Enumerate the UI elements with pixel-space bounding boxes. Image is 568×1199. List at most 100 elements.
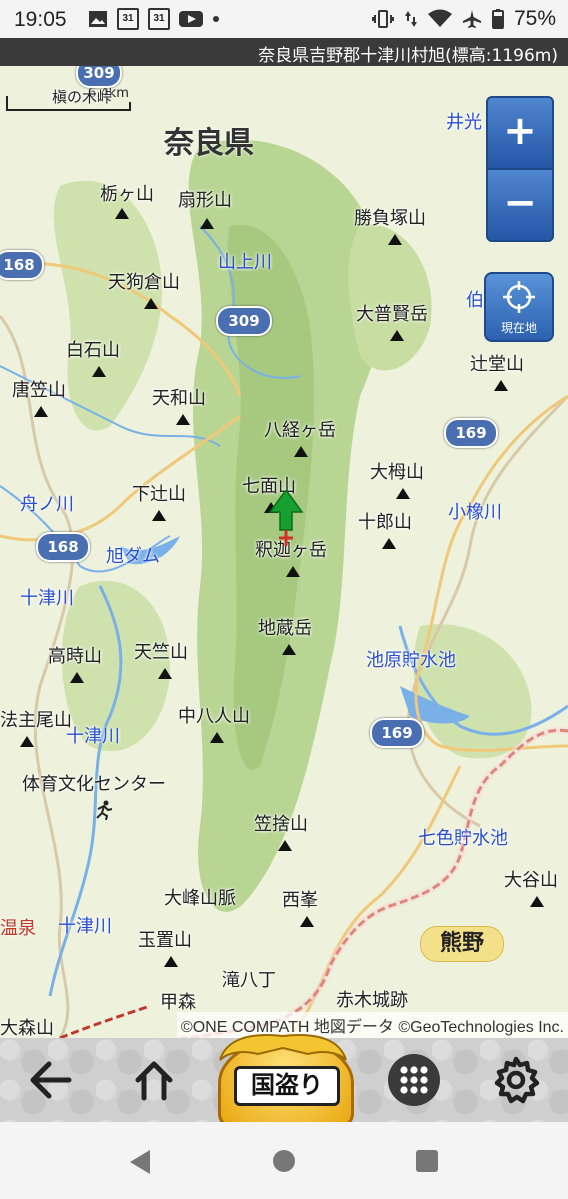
peak-marker [282,644,296,655]
battery-icon [491,9,504,29]
home-button[interactable] [126,1052,182,1108]
map-view[interactable]: 6.4km 奈良県 栃ヶ山 扇形山 天狗倉山 白石山 唐笠山 天和山 下辻山 七… [0,66,568,1038]
lake-label: 池原貯水池 [366,650,456,671]
peak-marker [388,234,402,245]
location-bar: 奈良県吉野郡十津川村旭(標高:1196m) [0,38,568,66]
current-location-label: 現在地 [500,321,537,335]
vibrate-icon [371,10,394,28]
bottom-app-bar: 国盗り [0,1034,568,1128]
kumano-area-badge: 熊野 [420,926,504,962]
place-label: 滝八丁 [222,970,276,991]
mountain-label: 大森山 [0,1018,54,1038]
prefecture-label: 奈良県 [164,126,254,161]
nav-back-icon[interactable] [126,1148,154,1176]
mountain-range-label: 大峰山脈 [164,888,236,909]
mountain-label: 下辻山 [132,484,186,505]
peak-marker [152,510,166,521]
calendar-icon: 31 [117,8,139,30]
peak-marker [70,672,84,683]
peak-marker [390,330,404,341]
place-label: 赤木城跡 [336,990,408,1011]
status-bar: 19:05 31 31 75% [0,0,568,38]
mountain-label: 辻堂山 [470,354,524,375]
place-label: 伯 [466,290,484,311]
peak-marker [210,732,224,743]
gear-icon [494,1056,540,1104]
route-badge: 168 [36,532,90,562]
peak-marker [286,566,300,577]
zoom-out-button[interactable]: − [486,168,554,242]
system-status: 75% [371,7,556,31]
kunitori-scroll-icon [219,1034,347,1061]
airplane-icon [462,10,481,28]
peak-marker [164,956,178,967]
peak-marker [176,414,190,425]
route-badge: 168 [0,250,44,280]
peak-marker [115,208,129,219]
menu-button[interactable] [386,1052,442,1108]
peak-marker [20,736,34,747]
mountain-label: 中八人山 [178,706,250,727]
grid-menu-icon [388,1054,440,1106]
mountain-label: 白石山 [66,340,120,361]
system-nav-bar [0,1122,568,1199]
peak-marker [158,668,172,679]
peak-marker [200,218,214,229]
mountain-label: 玉置山 [138,930,192,951]
mountain-label: 法主尾山 [0,710,72,731]
mountain-label: 大普賢岳 [356,304,428,325]
route-badge: 309 [216,306,272,336]
dot-icon [213,16,219,22]
mountain-label: 大谷山 [504,870,558,891]
crosshair-icon [503,281,535,313]
back-button[interactable] [22,1052,78,1108]
peak-marker [300,916,314,927]
calendar-icon-2: 31 [148,8,170,30]
mountain-label: 天狗倉山 [108,272,180,293]
peak-marker [294,446,308,457]
mountain-label: 天和山 [152,388,206,409]
wifi-icon [427,9,452,27]
back-arrow-icon [30,1061,72,1099]
mountain-label: 八経ヶ岳 [264,420,336,441]
location-text: 奈良県吉野郡十津川村旭(標高:1196m) [258,46,558,66]
data-arrows-icon [404,11,417,27]
mountain-label: 勝負塚山 [354,208,426,229]
route-badge: 169 [444,418,498,448]
notification-icons: 31 31 [88,8,220,30]
mountain-label: 大栂山 [370,462,424,483]
route-badge: 309 [76,66,122,88]
peak-marker [278,840,292,851]
mountain-label: 十郎山 [358,512,412,533]
peak-marker [382,538,396,549]
dam-label: 旭ダム [106,546,160,567]
place-label: 井光 [446,112,482,133]
river-label: 小橡川 [448,502,502,523]
zoom-in-button[interactable]: + [486,96,554,170]
route-badge: 169 [370,718,424,748]
mountain-label: 高時山 [48,646,102,667]
mountain-label: 栃ヶ山 [100,184,154,205]
river-label: 山上川 [218,252,272,273]
status-time: 19:05 [14,8,67,31]
peak-marker [144,298,158,309]
home-icon [135,1061,173,1101]
nav-recents-icon[interactable] [414,1148,440,1174]
peak-marker [530,896,544,907]
current-position-marker [268,490,304,546]
kunitori-label: 国盗り [234,1066,340,1106]
battery-percent: 75% [513,7,556,30]
gallery-icon [89,11,107,27]
mountain-label: 甲森 [160,992,196,1013]
river-label: 十津川 [66,726,120,747]
current-location-button[interactable]: 現在地 [484,272,554,342]
mountain-label: 笠捨山 [254,814,308,835]
mountain-label: 地蔵岳 [258,618,312,639]
place-label: 体育文化センター [22,774,166,795]
nav-home-icon[interactable] [271,1148,297,1174]
mountain-label: 唐笠山 [12,380,66,401]
river-label: 十津川 [20,588,74,609]
kunitori-button[interactable]: 国盗り [208,1030,358,1128]
settings-button[interactable] [488,1052,544,1108]
river-label: 舟ノ川 [20,494,74,515]
